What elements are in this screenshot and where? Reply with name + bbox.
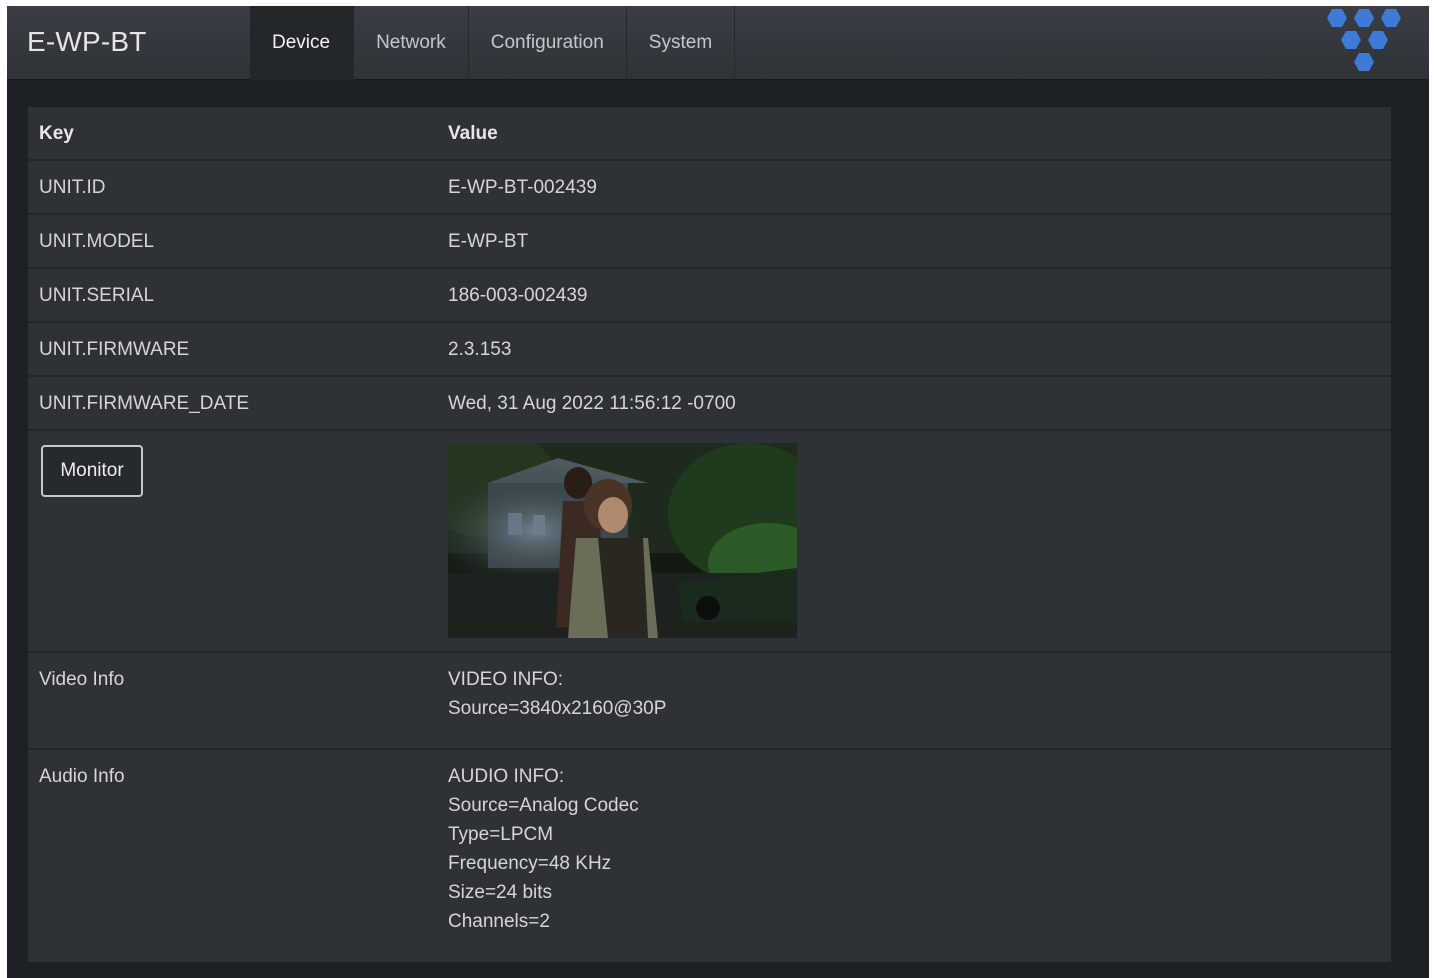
table-row: UNIT.MODEL E-WP-BT xyxy=(28,215,1391,269)
hexagon-cluster-logo-icon xyxy=(1327,9,1401,71)
audio-info-row: Audio Info AUDIO INFO: Source=Analog Cod… xyxy=(28,750,1391,962)
audio-info-line: Size=24 bits xyxy=(448,882,553,903)
device-info-table: Key Value UNIT.ID E-WP-BT-002439 UNIT.MO… xyxy=(28,107,1391,962)
video-info-key: Video Info xyxy=(39,669,125,690)
row-value: 2.3.153 xyxy=(448,339,512,360)
row-value: Wed, 31 Aug 2022 11:56:12 -0700 xyxy=(448,393,736,414)
video-preview-thumbnail xyxy=(448,443,797,638)
video-info-line: Source=3840x2160@30P xyxy=(448,698,667,719)
row-key: UNIT.MODEL xyxy=(39,231,155,252)
tab-configuration[interactable]: Configuration xyxy=(469,6,627,80)
table-row: UNIT.SERIAL 186-003-002439 xyxy=(28,269,1391,323)
video-info-value: VIDEO INFO: Source=3840x2160@30P xyxy=(448,665,666,723)
nav-tabs: Device Network Configuration System xyxy=(250,6,736,80)
tab-device[interactable]: Device xyxy=(250,6,355,80)
table-row: UNIT.FIRMWARE_DATE Wed, 31 Aug 2022 11:5… xyxy=(28,377,1391,431)
tab-network[interactable]: Network xyxy=(354,6,469,80)
monitor-button[interactable]: Monitor xyxy=(41,445,143,497)
audio-info-line: Type=LPCM xyxy=(448,824,554,845)
tab-system[interactable]: System xyxy=(627,6,736,80)
table-row: UNIT.ID E-WP-BT-002439 xyxy=(28,161,1391,215)
audio-info-line: Frequency=48 KHz xyxy=(448,853,612,874)
row-key: UNIT.FIRMWARE_DATE xyxy=(39,393,250,414)
row-key: UNIT.FIRMWARE xyxy=(39,339,190,360)
table-header-row: Key Value xyxy=(28,107,1391,161)
column-header-key: Key xyxy=(39,123,74,144)
audio-info-line: AUDIO INFO: xyxy=(448,766,565,787)
column-header-value: Value xyxy=(448,123,498,144)
monitor-row: Monitor xyxy=(28,431,1391,653)
row-key: UNIT.SERIAL xyxy=(39,285,155,306)
app-window: E-WP-BT Device Network Configuration Sys… xyxy=(7,6,1429,978)
row-key: UNIT.ID xyxy=(39,177,106,198)
row-value: 186-003-002439 xyxy=(448,285,588,306)
device-title: E-WP-BT xyxy=(27,26,147,57)
row-value: E-WP-BT-002439 xyxy=(448,177,597,198)
table-row: UNIT.FIRMWARE 2.3.153 xyxy=(28,323,1391,377)
audio-info-line: Channels=2 xyxy=(448,911,550,932)
audio-info-value: AUDIO INFO: Source=Analog Codec Type=LPC… xyxy=(448,762,639,936)
audio-info-line: Source=Analog Codec xyxy=(448,795,639,816)
audio-info-key: Audio Info xyxy=(39,766,125,787)
video-preview-image xyxy=(448,443,797,638)
video-info-line: VIDEO INFO: xyxy=(448,669,564,690)
video-info-row: Video Info VIDEO INFO: Source=3840x2160@… xyxy=(28,653,1391,750)
row-value: E-WP-BT xyxy=(448,231,529,252)
top-navbar: E-WP-BT Device Network Configuration Sys… xyxy=(7,6,1429,80)
